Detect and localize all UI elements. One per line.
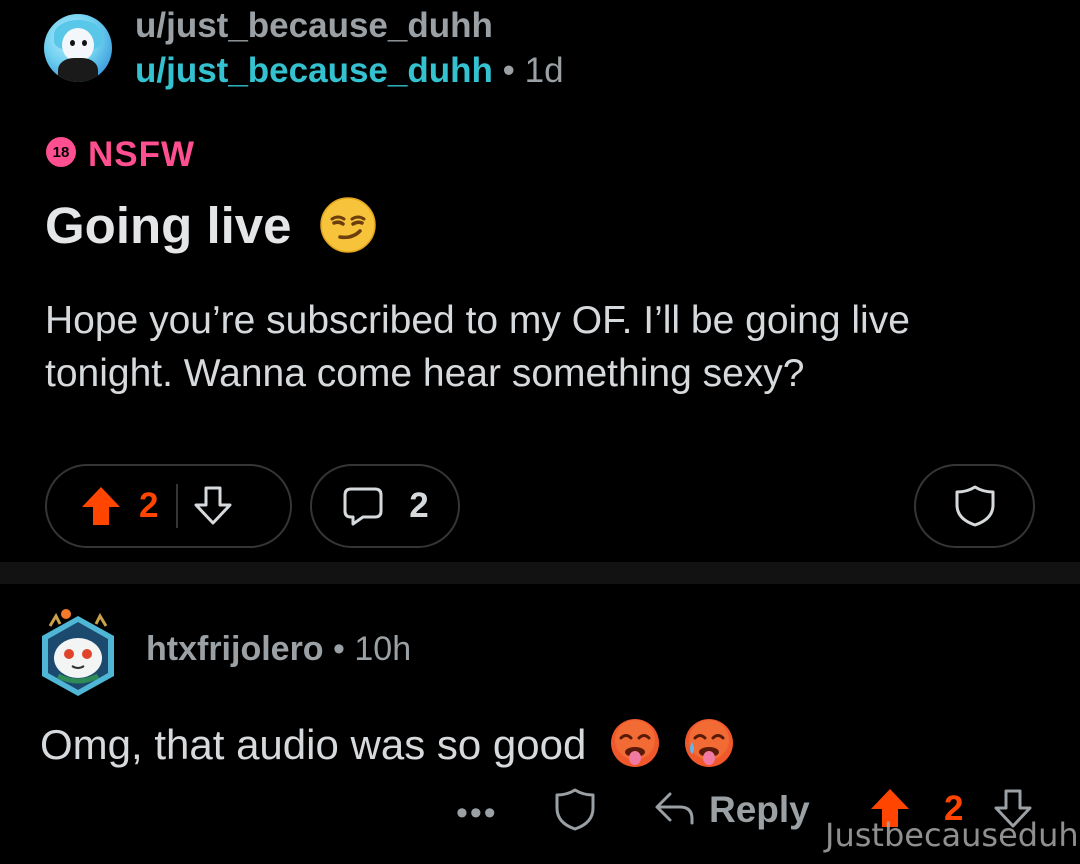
- nsfw-label: NSFW: [88, 135, 196, 174]
- comment-text: Omg, that audio was so good: [40, 721, 587, 768]
- comments-button[interactable]: 2: [310, 464, 460, 548]
- hot-face-icon: [611, 719, 659, 767]
- avatar-body: [58, 58, 98, 82]
- community-name[interactable]: u/just_because_duhh: [135, 6, 493, 46]
- hot-face-sweat-icon: [684, 719, 733, 767]
- meta-separator: •: [502, 51, 515, 90]
- shield-icon[interactable]: [553, 786, 597, 834]
- comment-bubble-icon: [343, 487, 383, 526]
- post-author[interactable]: u/just_because_duhh: [135, 51, 493, 90]
- section-divider: [0, 562, 1080, 584]
- commenter-avatar[interactable]: [36, 606, 120, 696]
- smirking-face-icon: [319, 197, 376, 253]
- comment-age: 10h: [354, 630, 412, 668]
- vote-pill: 2: [45, 464, 292, 548]
- meta-separator: •: [333, 630, 345, 668]
- post-body: Hope you’re subscribed to my OF. I’ll be…: [45, 299, 910, 395]
- avatar-eye: [70, 40, 75, 46]
- post-author-line: u/just_because_duhh • 1d: [135, 51, 564, 91]
- reply-button[interactable]: Reply: [709, 789, 810, 831]
- post-title-text: Going live: [45, 197, 292, 254]
- vote-divider: [176, 484, 179, 528]
- post-age: 1d: [524, 51, 564, 90]
- author-avatar[interactable]: [44, 14, 112, 82]
- comment-body: Omg, that audio was so good: [40, 718, 734, 769]
- comment-meta: htxfrijolero • 10h: [146, 630, 411, 669]
- comment-count: 2: [409, 486, 429, 525]
- reply-arrow-icon[interactable]: [652, 788, 698, 828]
- shield-icon: [955, 485, 994, 527]
- comment-author[interactable]: htxfrijolero: [146, 630, 324, 668]
- avatar-eye: [82, 40, 87, 46]
- downvote-icon[interactable]: [192, 484, 234, 528]
- watermark-text: Justbecauseduh: [825, 816, 1079, 854]
- more-options-button[interactable]: •••: [456, 794, 498, 833]
- nsfw-18-icon: 18: [46, 137, 76, 167]
- avatar-face: [62, 28, 94, 62]
- upvote-count: 2: [139, 486, 159, 525]
- post-title: Going live: [45, 196, 376, 255]
- mod-shield-button[interactable]: [914, 464, 1035, 548]
- upvote-icon[interactable]: [79, 484, 123, 528]
